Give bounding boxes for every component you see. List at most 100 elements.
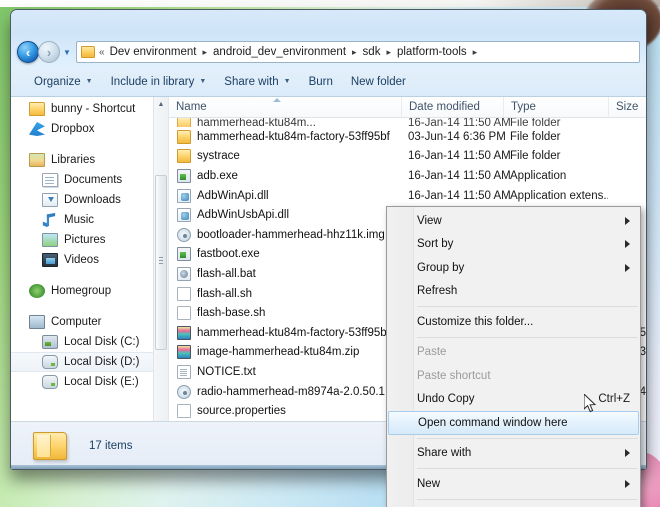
sidebar-item-music[interactable]: Music [11,210,168,230]
navigation-scrollbar[interactable]: ▲ ▼ [153,97,168,469]
menu-item-group-by[interactable]: Group by [387,256,640,280]
folder-icon [177,149,191,164]
file-name-cell: bootloader-hammerhead-hhz11k.img [169,227,401,242]
file-type-cell: Application [510,169,567,182]
sidebar-item-computer[interactable]: Computer [11,312,168,332]
file-date-cell: 03-Jun-14 6:36 PM [408,130,506,143]
file-name-cell: hammerhead-ktu84m-factory-53ff95bf [169,129,401,144]
file-name-cell: flash-all.sh [169,286,401,301]
sidebar-item-label: Computer [51,316,102,328]
system-disk-icon [42,335,58,349]
breadcrumb-crumb-3[interactable]: platform-tools [396,46,468,58]
file-name-label: source.properties [197,405,286,418]
navigation-group-gap [11,270,168,281]
table-row[interactable]: AdbWinApi.dll 16-Jan-14 11:50 AM Applicati… [169,186,646,206]
forward-arrow-icon[interactable]: › [38,41,60,63]
breadcrumb-crumb-1[interactable]: android_dev_environment [212,46,347,58]
menu-item-share-with[interactable]: Share with [387,442,640,466]
table-row[interactable]: hammerhead-ktu84m-factory-53ff95bf 03-Jun… [169,127,646,147]
dll-icon [177,188,191,203]
sidebar-item-downloads[interactable]: Downloads [11,190,168,210]
menu-separator [417,437,638,439]
disc-image-icon [177,227,191,242]
menu-item-sort-by[interactable]: Sort by [387,233,640,257]
breadcrumb[interactable]: « Dev environment ▸ android_dev_environm… [76,41,640,63]
chevron-down-icon[interactable]: ▼ [60,41,74,63]
sort-ascending-icon [273,97,281,102]
file-date-cell: 16-Jan-14 11:50 AM [408,150,511,163]
menu-item-label: Paste [417,346,447,359]
submenu-arrow-icon [625,263,630,272]
column-header-size[interactable]: Size [608,97,646,118]
table-row[interactable]: adb.exe 16-Jan-14 11:50 AMApplication 8 [169,166,646,186]
column-header-type[interactable]: Type [503,97,608,118]
dll-icon [177,208,191,223]
file-name-label: hammerhead-ktu84m... [197,118,316,127]
disk-icon [42,355,58,369]
breadcrumb-crumb-0[interactable]: Dev environment [109,46,198,58]
scroll-up-icon[interactable]: ▲ [154,97,168,112]
computer-icon [29,315,45,329]
breadcrumb-separator[interactable]: ▸ [473,47,478,58]
submenu-arrow-icon [625,479,630,488]
sidebar-item-local-disk-e[interactable]: Local Disk (E:) [11,372,168,392]
file-name-cell: NOTICE.txt [169,364,401,379]
file-type-cell: File folder [510,150,561,163]
sidebar-item-local-disk-d[interactable]: Local Disk (D:) [11,352,168,372]
menu-item-refresh[interactable]: Refresh [387,280,640,304]
scrollbar-thumb[interactable] [155,175,167,350]
sidebar-item-pictures[interactable]: Pictures [11,230,168,250]
sidebar-item-bunny-shortcut[interactable]: bunny - Shortcut [11,99,168,119]
status-item-count: 17 items [89,439,133,452]
menu-item-label: Open command window here [418,416,568,429]
menu-item-view[interactable]: View [387,209,640,233]
column-header-date[interactable]: Date modified [401,97,503,118]
toolbar-item-new-folder[interactable]: New folder [342,72,415,92]
breadcrumb-crumb-2[interactable]: sdk [362,46,382,58]
sidebar-item-local-disk-c[interactable]: Local Disk (C:) [11,332,168,352]
menu-item-customize-this-folder[interactable]: Customize this folder... [387,310,640,334]
file-date-cell: 16-Jan-14 11:50 AM [408,169,511,182]
menu-separator [417,336,638,338]
menu-separator [417,498,638,500]
menu-item-paste: Paste [387,341,640,365]
sidebar-item-label: bunny - Shortcut [51,103,136,115]
file-name-cell: flash-base.sh [169,306,401,321]
menu-item-label: Paste shortcut [417,369,491,382]
breadcrumb-overflow[interactable]: « [99,47,105,58]
menu-item-open-command-window-here[interactable]: Open command window here [388,411,639,435]
menu-item-undo-copy[interactable]: Undo Copy Ctrl+Z [387,388,640,412]
navigation-list: bunny - Shortcut Dropbox Libraries Document… [11,97,168,392]
shell-script-icon [177,286,191,301]
toolbar-item-burn[interactable]: Burn [300,72,342,92]
breadcrumb-separator[interactable]: ▸ [203,47,208,58]
file-name-cell: hammerhead-ktu84m... [169,118,401,127]
properties-file-icon [177,404,191,419]
file-name-label: hammerhead-ktu84m-factory-53ff95bf. [197,326,394,339]
toolbar-item-organize[interactable]: Organize ▼ [25,72,102,92]
submenu-arrow-icon [625,240,630,249]
sidebar-item-libraries[interactable]: Libraries [11,150,168,170]
file-date-cell: 16-Jan-14 11:50 AM [408,189,511,202]
sidebar-item-videos[interactable]: Videos [11,250,168,270]
title-bar[interactable] [11,10,646,37]
file-name-cell: flash-all.bat [169,266,401,281]
back-arrow-icon[interactable]: ‹ [17,41,39,63]
file-name-label: bootloader-hammerhead-hhz11k.img [197,228,385,241]
sidebar-item-label: Documents [64,174,123,186]
file-name-label: image-hammerhead-ktu84m.zip [197,346,360,359]
archive-icon [177,345,191,360]
toolbar-item-include-in-library[interactable]: Include in library ▼ [102,72,216,92]
sidebar-item-homegroup[interactable]: Homegroup [11,281,168,301]
sidebar-item-dropbox[interactable]: Dropbox [11,119,168,139]
table-row[interactable]: systrace 16-Jan-14 11:50 AM File folder [169,147,646,167]
chevron-down-icon: ▼ [199,78,207,85]
breadcrumb-separator[interactable]: ▸ [386,47,391,58]
column-header-name[interactable]: Name [169,97,401,118]
sidebar-item-documents[interactable]: Documents [11,170,168,190]
menu-item-properties[interactable]: Properties [387,503,640,507]
breadcrumb-separator[interactable]: ▸ [352,47,357,58]
table-row[interactable]: hammerhead-ktu84m... 16-Jan-14 11:50 AM Fi… [169,118,646,127]
menu-item-new[interactable]: New [387,472,640,496]
toolbar-item-share-with[interactable]: Share with ▼ [215,72,299,92]
